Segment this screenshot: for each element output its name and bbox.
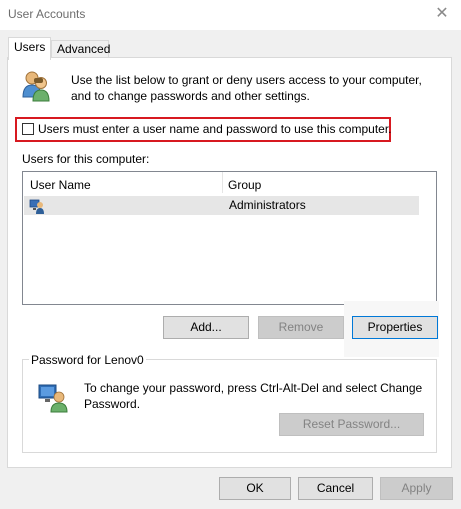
remove-button[interactable]: Remove <box>258 316 344 339</box>
password-user-icon <box>38 384 68 413</box>
intro-text: Use the list below to grant or deny user… <box>71 73 422 103</box>
require-login-checkbox[interactable] <box>22 123 34 135</box>
tab-users[interactable]: Users <box>8 37 51 60</box>
users-for-computer-label: Users for this computer: <box>22 152 150 166</box>
apply-button[interactable]: Apply <box>380 477 453 500</box>
column-header-group[interactable]: Group <box>228 177 261 193</box>
user-row-icon <box>29 199 44 214</box>
title-bar: User Accounts ✕ <box>0 0 461 30</box>
ok-button[interactable]: OK <box>219 477 291 500</box>
column-header-user-name[interactable]: User Name <box>30 177 91 193</box>
reset-password-button[interactable]: Reset Password... <box>279 413 424 436</box>
password-instructions: To change your password, press Ctrl-Alt-… <box>84 381 423 411</box>
window-title: User Accounts <box>8 7 86 21</box>
users-icon <box>22 71 50 102</box>
user-accounts-window: User Accounts ✕ Advanced Users Use the l… <box>0 0 461 509</box>
cancel-button[interactable]: Cancel <box>298 477 373 500</box>
add-button[interactable]: Add... <box>163 316 249 339</box>
password-group-title: Password for Lenov0 <box>29 353 146 367</box>
properties-button[interactable]: Properties <box>352 316 438 339</box>
row-group: Administrators <box>229 198 306 212</box>
users-list[interactable]: User Name Group Administrators <box>22 171 437 305</box>
close-icon[interactable]: ✕ <box>431 3 453 25</box>
require-login-label[interactable]: Users must enter a user name and passwor… <box>38 122 392 136</box>
column-divider[interactable] <box>222 172 223 193</box>
table-row[interactable]: Administrators <box>24 196 420 215</box>
list-scrollbar[interactable] <box>419 172 436 304</box>
